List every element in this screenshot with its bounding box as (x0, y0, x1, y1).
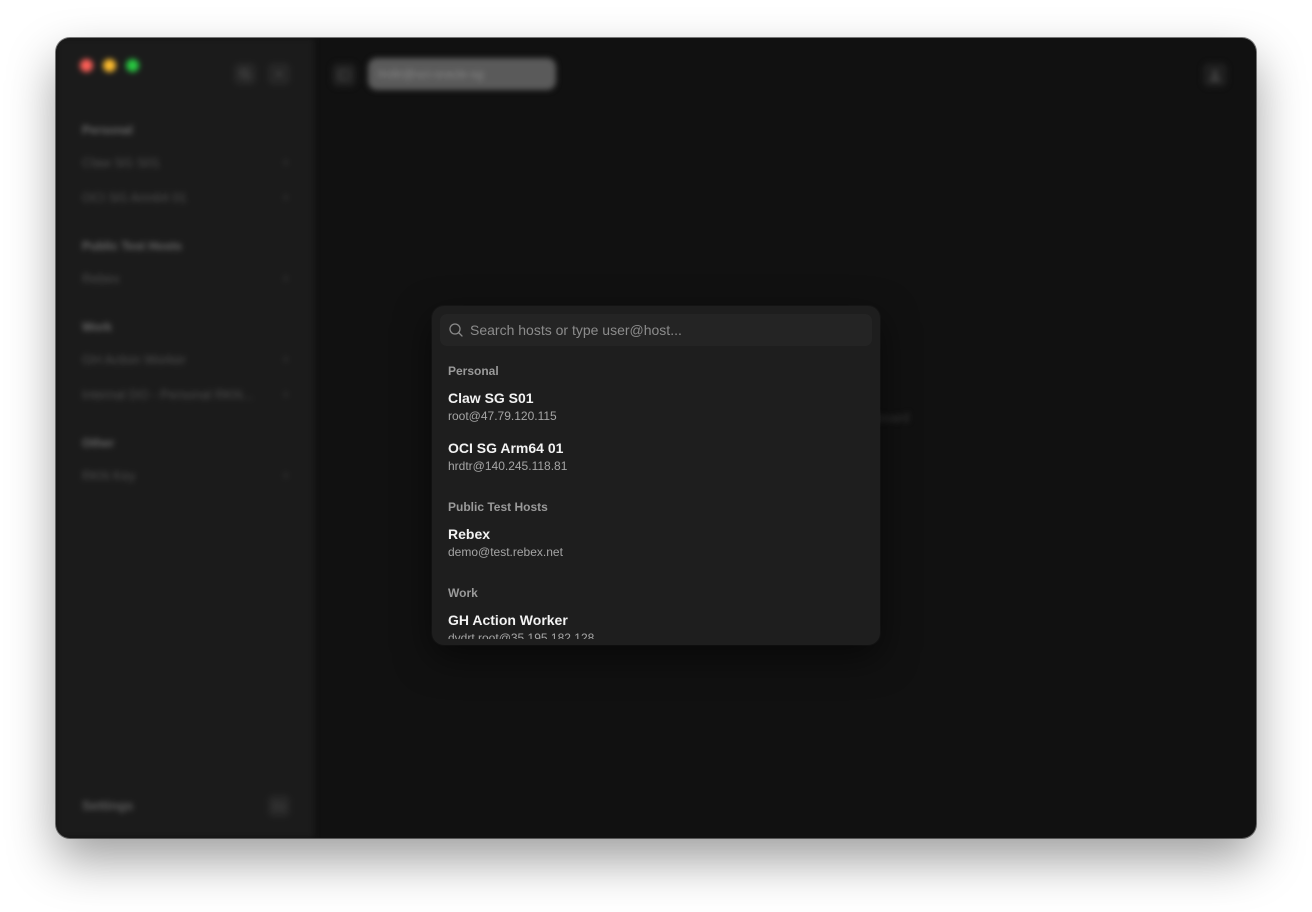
chevron-right-icon: › (283, 189, 288, 204)
sidebar-item-gh-action-worker[interactable]: GH Action Worker › (82, 351, 288, 367)
host-address: hrdtr@140.245.118.81 (448, 459, 568, 473)
zoom-window-button[interactable] (126, 59, 139, 72)
sidebar-group-work: Work (82, 320, 112, 334)
sidebar-item-label: GH Action Worker (82, 352, 186, 368)
close-window-button[interactable] (80, 59, 93, 72)
sidebar-search-button[interactable] (234, 63, 256, 85)
tab-active-session[interactable]: hrdtr@oci-oracle-sg (368, 58, 556, 90)
search-input[interactable] (470, 314, 865, 346)
host-results-list: Personal Claw SG S01 root@47.79.120.115 … (432, 354, 880, 639)
sidebar-item-label: Rebex (82, 271, 120, 287)
settings-link[interactable]: Settings (82, 798, 133, 813)
sidebar-item-label: RKN Key (82, 468, 136, 484)
chevron-right-icon: › (283, 386, 288, 401)
host-name: Rebex (448, 526, 491, 542)
empty-state-hint: board (876, 410, 910, 425)
chevron-right-icon: › (283, 270, 288, 285)
results-group-public-test-hosts: Public Test Hosts (448, 500, 548, 514)
host-name: Claw SG S01 (448, 390, 534, 406)
sidebar-toggle-button[interactable] (332, 63, 356, 87)
sidebar-item-internal-do[interactable]: Internal DO - Personal RKN... › (82, 386, 288, 402)
settings-action-button[interactable] (268, 795, 290, 817)
sidebar-group-other: Other (82, 436, 115, 450)
sidebar-item-label: Claw SG S01 (82, 155, 161, 171)
sidebar-group-personal: Personal (82, 123, 133, 137)
chevron-right-icon: › (283, 467, 288, 482)
host-item-gh-action-worker[interactable]: GH Action Worker dvdrt root@35.195.182.1… (448, 610, 864, 639)
host-name: GH Action Worker (448, 612, 568, 628)
command-palette: Personal Claw SG S01 root@47.79.120.115 … (432, 306, 880, 645)
search-box[interactable] (440, 314, 872, 346)
chevron-right-icon: › (283, 154, 288, 169)
plus-icon: + (275, 66, 283, 81)
host-item-oci-sg-arm64-01[interactable]: OCI SG Arm64 01 hrdtr@140.245.118.81 (448, 438, 864, 474)
search-icon (449, 323, 463, 337)
results-group-work: Work (448, 586, 478, 600)
host-item-claw-sg-s01[interactable]: Claw SG S01 root@47.79.120.115 (448, 388, 864, 424)
sidebar-add-button[interactable]: + (268, 63, 290, 85)
sidebar-item-claw-sg-s01[interactable]: Claw SG S01 › (82, 154, 288, 170)
search-icon (239, 68, 251, 80)
sidebar-item-rebex[interactable]: Rebex › (82, 270, 288, 286)
host-address: dvdrt root@35.195.182.128 (448, 631, 595, 639)
app-window: + Personal Claw SG S01 › OCI SG Arm64 01… (56, 38, 1256, 838)
sidebar-item-oci-sg-arm64-01[interactable]: OCI SG Arm64 01 › (82, 189, 288, 205)
sidebar-item-label: Internal DO - Personal RKN... (82, 387, 254, 403)
host-name: OCI SG Arm64 01 (448, 440, 564, 456)
host-address: demo@test.rebex.net (448, 545, 563, 559)
sidebar-group-public-test-hosts: Public Test Hosts (82, 239, 182, 253)
host-item-rebex[interactable]: Rebex demo@test.rebex.net (448, 524, 864, 560)
sidebar-toggle-icon (337, 69, 351, 81)
chevron-right-icon: › (283, 351, 288, 366)
minimize-window-button[interactable] (103, 59, 116, 72)
sidebar: + Personal Claw SG S01 › OCI SG Arm64 01… (56, 38, 314, 838)
person-icon (1209, 70, 1221, 82)
results-group-personal: Personal (448, 364, 499, 378)
sidebar-item-label: OCI SG Arm64 01 (82, 190, 187, 206)
host-address: root@47.79.120.115 (448, 409, 557, 423)
folder-icon (273, 802, 285, 810)
account-button[interactable] (1203, 63, 1227, 87)
sidebar-item-rkn-key[interactable]: RKN Key › (82, 467, 288, 483)
